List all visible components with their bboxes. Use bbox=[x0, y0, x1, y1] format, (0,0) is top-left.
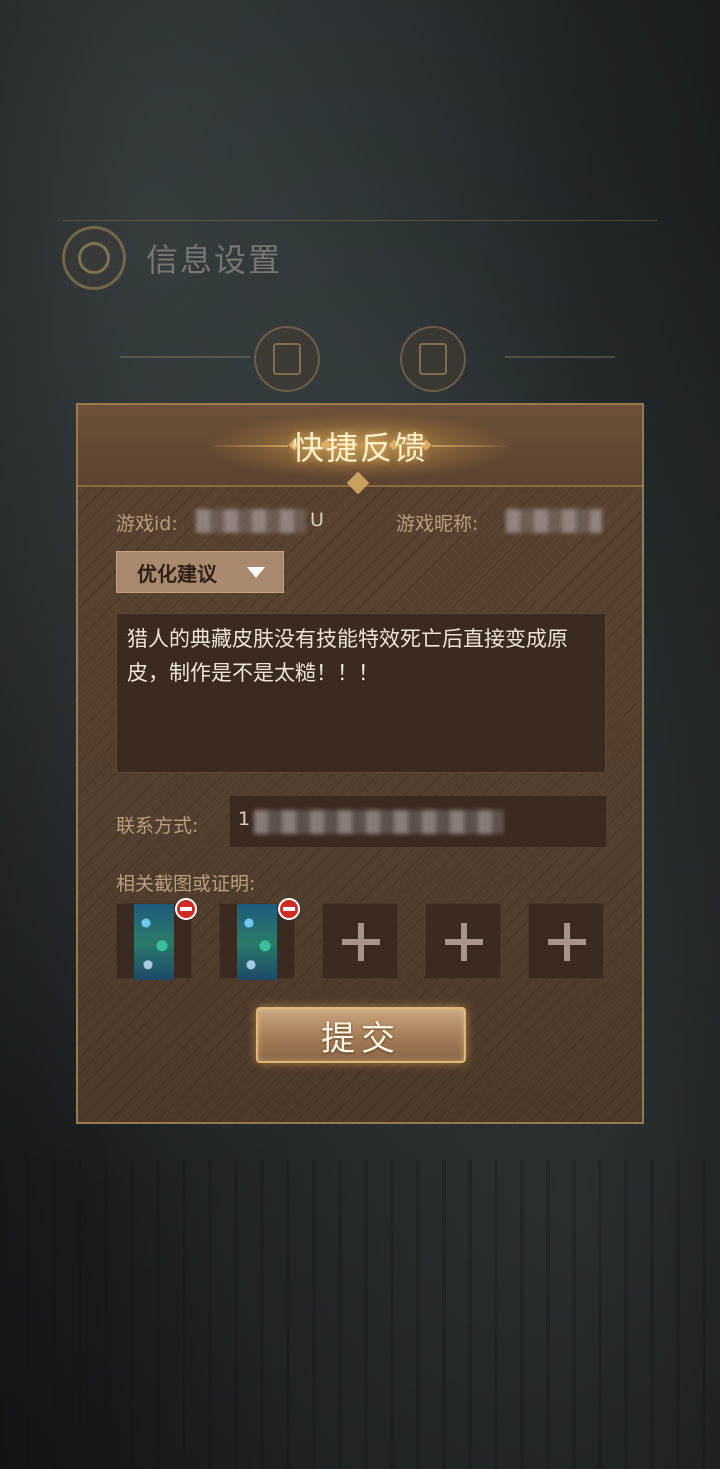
game-id-value: U bbox=[310, 509, 324, 531]
remove-icon[interactable] bbox=[278, 898, 300, 920]
add-screenshot-slot[interactable] bbox=[322, 903, 398, 979]
add-screenshot-slot[interactable] bbox=[528, 903, 604, 979]
game-id-label: 游戏id: bbox=[116, 513, 178, 535]
category-value: 优化建议 bbox=[137, 561, 217, 586]
nickname-label: 游戏昵称: bbox=[396, 513, 479, 535]
dialog-title: 快捷反馈 bbox=[291, 429, 428, 467]
contact-input[interactable]: 1 bbox=[230, 796, 606, 847]
tab-divider bbox=[505, 356, 615, 358]
plus-icon bbox=[342, 923, 380, 961]
screenshots-label: 相关截图或证明: bbox=[116, 873, 256, 895]
game-id-redacted bbox=[196, 509, 306, 533]
contact-redacted bbox=[254, 810, 504, 834]
background-title: 信息设置 bbox=[146, 241, 283, 279]
settings-logo-icon bbox=[62, 226, 126, 290]
caret-down-icon bbox=[247, 566, 265, 578]
contact-label: 联系方式: bbox=[116, 815, 199, 837]
remove-icon[interactable] bbox=[175, 898, 197, 920]
contact-value: 1 bbox=[238, 808, 251, 830]
category-dropdown[interactable]: 优化建议 bbox=[116, 551, 284, 593]
feedback-dialog: 快捷反馈 游戏id: U 游戏昵称: 优化建议 猎人的典藏皮肤没有技能特效死亡后… bbox=[76, 403, 644, 1124]
screenshot-thumbnail[interactable] bbox=[237, 904, 277, 980]
add-screenshot-slot[interactable] bbox=[425, 903, 501, 979]
feedback-textarea[interactable]: 猎人的典藏皮肤没有技能特效死亡后直接变成原皮，制作是不是太糙！！！ bbox=[116, 613, 606, 773]
background-header: 信息设置 bbox=[62, 226, 283, 290]
record-icon[interactable] bbox=[254, 326, 320, 392]
nickname-redacted bbox=[506, 509, 602, 533]
dialog-header: 快捷反馈 bbox=[78, 405, 642, 495]
screenshot-thumbnail[interactable] bbox=[134, 904, 174, 980]
card-icon[interactable] bbox=[400, 326, 466, 392]
screenshot-slot-1[interactable] bbox=[116, 898, 197, 980]
plus-icon bbox=[445, 923, 483, 961]
submit-button[interactable]: 提交 bbox=[256, 1007, 466, 1063]
background-fence bbox=[0, 1160, 720, 1469]
plus-icon bbox=[548, 923, 586, 961]
tab-divider bbox=[120, 356, 250, 358]
screenshot-slot-2[interactable] bbox=[219, 898, 300, 980]
